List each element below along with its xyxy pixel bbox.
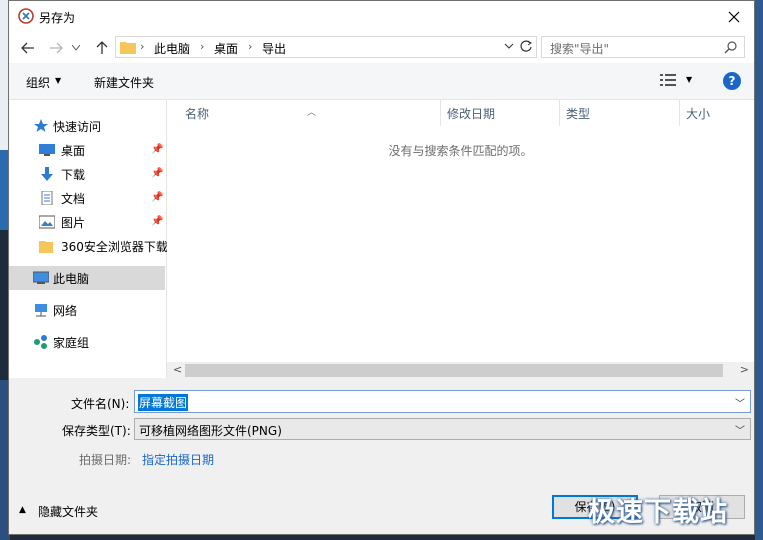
sidebar-item-label: 桌面 (61, 144, 86, 158)
folder-icon (120, 42, 136, 54)
arrow-right-icon (50, 42, 63, 54)
column-header-size[interactable]: 大小 (680, 100, 754, 126)
new-folder-button[interactable]: 新建文件夹 (94, 74, 154, 91)
pin-icon: 📌 (151, 192, 164, 203)
chevron-down-icon: ﹀ (735, 426, 745, 437)
capture-date-link[interactable]: 指定拍摄日期 (142, 451, 214, 468)
caret-up-icon[interactable]: ▲ (19, 505, 26, 515)
column-header-label: 修改日期 (447, 107, 496, 121)
homegroup-icon (34, 335, 47, 349)
save-as-dialog: 另存为 › 此电脑 › 桌面 › 导出 搜索"导出" 组织 ▼ 新建文件夹 ▼ … (8, 0, 755, 535)
breadcrumb-separator: › (248, 40, 253, 53)
column-header-type[interactable]: 类型 (560, 100, 680, 126)
search-input[interactable]: 搜索"导出" (541, 36, 745, 58)
breadcrumb-desktop[interactable]: 桌面 (214, 40, 238, 57)
filename-label: 文件名(N): (71, 397, 130, 411)
organize-menu[interactable]: 组织 (26, 74, 50, 91)
filetype-value: 可移植网络图形文件(PNG) (139, 424, 282, 438)
arrow-up-icon (96, 41, 108, 54)
sidebar-item-documents[interactable]: 文档 📌 (9, 186, 165, 210)
sidebar-item-this-pc[interactable]: 此电脑 (9, 266, 165, 290)
navigation-pane: 快速访问 桌面 📌 下载 📌 文档 📌 图片 📌 360安全浏览器下载 此电脑 … (9, 100, 168, 378)
refresh-icon[interactable] (519, 39, 533, 53)
column-header-date[interactable]: 修改日期 (441, 100, 559, 126)
watermark-logo: 极速下载站 (588, 497, 728, 528)
capture-date-label: 拍摄日期: (79, 453, 132, 467)
filename-field[interactable]: 屏幕截图 ﹀ (134, 390, 751, 413)
breadcrumb-separator: › (140, 40, 145, 53)
sidebar-item-downloads[interactable]: 下载 📌 (9, 162, 165, 186)
breadcrumb-this-pc[interactable]: 此电脑 (154, 40, 190, 57)
document-icon (41, 191, 53, 205)
sidebar-item-desktop[interactable]: 桌面 📌 (9, 138, 165, 162)
column-header-label: 名称 (185, 107, 210, 121)
back-button[interactable] (17, 38, 39, 58)
caret-down-icon[interactable]: ▼ (686, 75, 692, 84)
sort-ascending-icon: ︿ (307, 108, 317, 118)
scroll-left-icon[interactable]: < (173, 363, 182, 376)
app-icon (18, 8, 34, 24)
caret-down-icon: ▼ (55, 76, 62, 85)
address-bar[interactable]: › 此电脑 › 桌面 › 导出 (115, 36, 537, 58)
pin-icon: 📌 (151, 144, 164, 155)
column-header-name[interactable]: ︿ 名称 (167, 100, 441, 126)
download-icon (41, 167, 53, 181)
folder-icon (39, 241, 53, 253)
pin-icon: 📌 (151, 168, 164, 179)
filetype-label: 保存类型(T): (62, 424, 131, 438)
sidebar-item-pictures[interactable]: 图片 📌 (9, 210, 165, 234)
sidebar-item-network[interactable]: 网络 (9, 298, 165, 322)
search-placeholder: 搜索"导出" (550, 42, 610, 56)
sidebar-item-label: 下载 (61, 168, 86, 182)
window-title: 另存为 (39, 11, 76, 25)
breadcrumb-export[interactable]: 导出 (262, 40, 286, 57)
desktop-background-right (755, 0, 763, 540)
sidebar-item-label: 家庭组 (53, 336, 90, 350)
breadcrumb-separator: › (200, 40, 205, 53)
arrow-left-icon (21, 42, 34, 54)
network-icon (35, 304, 47, 317)
filename-value[interactable]: 屏幕截图 (138, 394, 189, 411)
scrollbar-thumb[interactable] (185, 364, 723, 377)
chevron-down-icon[interactable] (504, 41, 514, 51)
navigation-bar: › 此电脑 › 桌面 › 导出 搜索"导出" (9, 33, 754, 63)
chevron-down-icon (72, 45, 80, 51)
command-bar: 组织 ▼ 新建文件夹 ▼ ? (9, 63, 754, 100)
sidebar-item-label: 图片 (61, 216, 86, 230)
sidebar-item-360-downloads[interactable]: 360安全浏览器下载 (9, 234, 168, 258)
title-bar: 另存为 (9, 1, 754, 33)
sidebar-item-label: 此电脑 (53, 272, 90, 286)
star-icon (34, 119, 48, 132)
empty-results-message: 没有与搜索条件匹配的项。 (388, 144, 533, 158)
filetype-select[interactable]: 可移植网络图形文件(PNG) ﹀ (134, 418, 751, 440)
chevron-down-icon[interactable]: ﹀ (735, 395, 745, 410)
pin-icon: 📌 (151, 216, 164, 227)
view-options-icon[interactable] (660, 73, 676, 87)
forward-button[interactable] (45, 38, 67, 58)
recent-locations-button[interactable] (69, 38, 83, 58)
scroll-right-icon[interactable]: > (740, 363, 749, 376)
computer-icon (33, 271, 49, 284)
help-button[interactable]: ? (723, 72, 741, 90)
pictures-icon (39, 215, 55, 229)
sidebar-item-label: 快速访问 (53, 120, 102, 134)
sidebar-item-label: 360安全浏览器下载 (61, 240, 168, 254)
up-button[interactable] (91, 38, 113, 58)
column-header-label: 类型 (566, 107, 591, 121)
column-header-label: 大小 (686, 107, 711, 121)
sidebar-item-homegroup[interactable]: 家庭组 (9, 330, 165, 354)
search-icon (724, 41, 737, 54)
close-icon (728, 11, 740, 23)
sidebar-item-label: 文档 (61, 192, 86, 206)
sidebar-item-quick-access[interactable]: 快速访问 (9, 114, 165, 138)
close-button[interactable] (714, 1, 754, 33)
hide-folders-button[interactable]: 隐藏文件夹 (38, 503, 98, 520)
file-list[interactable]: ︿ 名称 修改日期 类型 大小 没有与搜索条件匹配的项。 < > (167, 100, 754, 379)
desktop-icon (39, 144, 55, 156)
sidebar-item-label: 网络 (53, 304, 78, 318)
horizontal-scrollbar[interactable]: < > (167, 362, 754, 379)
